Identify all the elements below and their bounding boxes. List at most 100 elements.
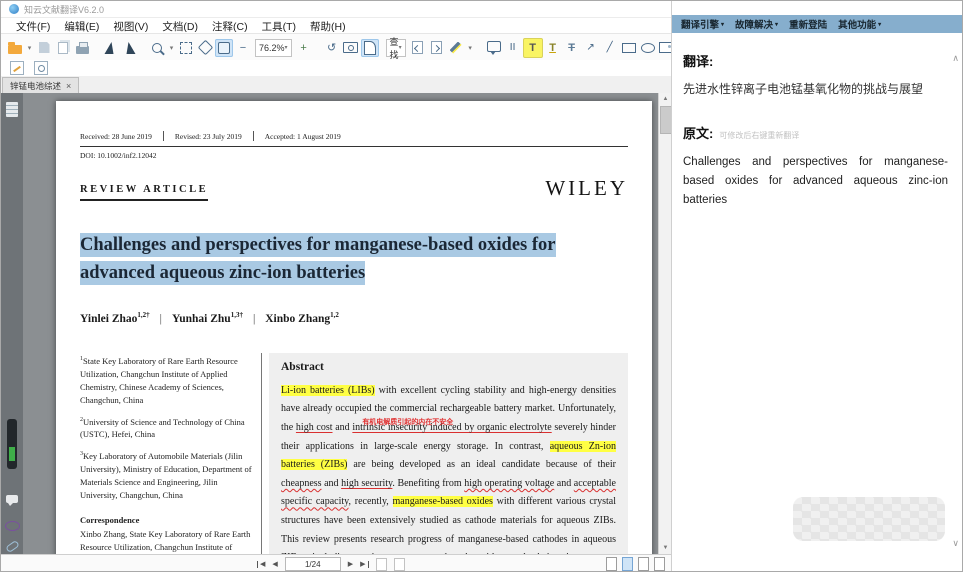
doi: DOI: 10.1002/inf2.12042 (80, 151, 628, 160)
received-dates-row: Received: 28 June 2019Revised: 23 July 2… (80, 131, 628, 147)
search-value: 查找 (390, 35, 399, 61)
open-file-menu-icon[interactable]: ▾ (25, 39, 34, 57)
publisher-logo: WILEY (545, 176, 628, 201)
hand-tool-icon[interactable] (101, 39, 119, 57)
zoom-level-select[interactable]: 76.2%▾ (255, 39, 292, 57)
author-superscript: 1,3† (231, 311, 243, 319)
menu-file[interactable]: 文件(F) (9, 19, 57, 34)
column-divider (261, 353, 262, 554)
highlight-text-icon[interactable]: T (523, 38, 543, 58)
date-separator (253, 131, 254, 141)
page-indicator[interactable]: 1/24 (285, 557, 341, 571)
last-page-button[interactable]: ▶ (360, 560, 368, 568)
text-selection-icon[interactable]: II (504, 39, 522, 57)
arrow-annotation-icon[interactable]: ↗ (582, 39, 600, 57)
pdf-page: Received: 28 June 2019Revised: 23 July 2… (56, 101, 652, 554)
search-input[interactable]: 查找▾ (386, 39, 406, 57)
rotate-view-icon[interactable]: ↺ (323, 39, 341, 57)
zoom-tool-icon[interactable] (148, 39, 166, 57)
eye-icon[interactable] (5, 521, 20, 531)
link-icon[interactable] (5, 540, 20, 553)
zoom-tool-menu-icon[interactable]: ▾ (167, 39, 176, 57)
panel-scroll-down-icon[interactable]: ∨ (952, 538, 959, 549)
continuous-facing-view-icon[interactable] (654, 557, 665, 571)
highlighted-phrase[interactable]: Li-ion batteries (LIBs) (281, 385, 375, 396)
author-name: Yunhai Zhu1,3† (172, 313, 243, 325)
translation-label: 翻译: (683, 51, 948, 70)
strikeout-text-icon[interactable]: T (563, 39, 581, 57)
auto-scroll-icon[interactable] (361, 39, 379, 57)
article-type: REVIEW ARTICLE (80, 184, 208, 201)
underline-text-icon[interactable]: T (544, 39, 562, 57)
line-annotation-icon[interactable]: ╱ (601, 39, 619, 57)
previous-view-icon[interactable] (376, 558, 387, 571)
find-next-icon[interactable] (428, 39, 446, 57)
next-page-button[interactable]: ▶ (348, 560, 353, 568)
menu-view[interactable]: 视图(V) (106, 19, 155, 34)
underlined-phrase[interactable]: high operating voltage (464, 478, 554, 489)
panel-scroll-up-icon[interactable]: ∧ (952, 53, 959, 64)
underlined-phrase[interactable]: intrinsic insecurity induced by organic … (352, 422, 551, 433)
author-superscript: 1,2† (137, 311, 149, 319)
underlined-phrase[interactable]: high security (341, 478, 392, 489)
correspondence-text: Xinbo Zhang, State Key Laboratory of Rar… (80, 528, 252, 554)
panel-menu-relogin[interactable]: 重新登陆 (789, 17, 827, 31)
authors-row: Yinlei Zhao1,2†|Yunhai Zhu1,3†|Xinbo Zha… (80, 311, 628, 325)
tab-close-icon[interactable]: × (66, 81, 71, 91)
ellipse-annotation-icon[interactable] (639, 39, 657, 57)
selected-title-highlight[interactable]: Challenges and perspectives for manganes… (80, 233, 556, 285)
fit-page-icon[interactable] (215, 39, 233, 57)
panel-menu-other-functions[interactable]: 其他功能▾ (838, 17, 881, 31)
menu-edit[interactable]: 编辑(E) (57, 19, 106, 34)
find-previous-icon[interactable] (409, 39, 427, 57)
highlighted-phrase[interactable]: manganese-based oxides (393, 496, 493, 507)
menu-document[interactable]: 文档(D) (155, 19, 205, 34)
rectangle-annotation-icon[interactable] (620, 39, 638, 57)
panel-menu-troubleshoot[interactable]: 故障解决▾ (735, 17, 778, 31)
abstract-text: Li-ion batteries (LIBs) with excellent c… (281, 382, 616, 554)
pdf-scrollbar[interactable]: ▲ ▼ (658, 93, 672, 554)
note-annotation-icon[interactable] (485, 39, 503, 57)
next-view-icon[interactable] (394, 558, 405, 571)
document-tab-label: 锌锰电池综述 (10, 80, 61, 92)
menu-help[interactable]: 帮助(H) (303, 19, 353, 34)
page-thumbnails-icon[interactable] (6, 102, 18, 117)
menu-annotation[interactable]: 注释(C) (205, 19, 255, 34)
marquee-zoom-icon[interactable] (177, 39, 195, 57)
source-hint: 可修改后右键重新翻译 (719, 130, 799, 141)
highlighter-icon[interactable] (447, 39, 465, 57)
copy-page-icon[interactable] (54, 39, 72, 57)
abstract-segment: are being developed as an ideal candidat… (347, 459, 616, 470)
zoom-out-icon[interactable]: − (234, 39, 252, 57)
select-text-tool-icon[interactable] (120, 39, 138, 57)
document-tab[interactable]: 锌锰电池综述 × (2, 77, 79, 94)
hidden-panel-handle[interactable] (7, 419, 17, 469)
panel-menu-translation-engine[interactable]: 翻译引擎▾ (681, 17, 724, 31)
author-separator: | (160, 313, 162, 325)
menu-bar: 文件(F)编辑(E)视图(V)文档(D)注释(C)工具(T)帮助(H) (1, 17, 680, 34)
comment-icon[interactable] (6, 495, 18, 503)
zoom-in-icon[interactable]: + (295, 39, 313, 57)
highlighter-menu-icon[interactable]: ▾ (466, 39, 475, 57)
abstract-heading: Abstract (281, 361, 616, 373)
single-page-view-icon[interactable] (606, 557, 617, 571)
first-page-button[interactable]: ◀ (257, 560, 265, 568)
translation-text[interactable]: 先进水性锌离子电池锰基氧化物的挑战与展望 (683, 80, 948, 97)
menu-tools[interactable]: 工具(T) (255, 19, 303, 34)
previous-page-button[interactable]: ◀ (272, 560, 277, 568)
underlined-phrase[interactable]: high cost (296, 422, 333, 433)
continuous-view-icon[interactable] (622, 557, 633, 571)
save-file-icon[interactable] (35, 39, 53, 57)
underlined-phrase[interactable]: cheapness (281, 478, 322, 489)
facing-view-icon[interactable] (638, 557, 649, 571)
loupe-icon[interactable] (196, 39, 214, 57)
snapshot-icon[interactable] (342, 39, 360, 57)
source-text[interactable]: Challenges and perspectives for manganes… (683, 153, 948, 210)
abstract-segment: . Benefiting from (392, 478, 464, 489)
open-file-icon[interactable] (6, 39, 24, 57)
affiliation-item: 1State Key Laboratory of Rare Earth Reso… (80, 353, 252, 407)
document-settings-icon[interactable] (32, 59, 50, 77)
print-icon[interactable] (73, 39, 91, 57)
edit-annotation-icon[interactable] (8, 59, 26, 77)
abstract-box: Abstract Li-ion batteries (LIBs) with ex… (269, 353, 628, 554)
